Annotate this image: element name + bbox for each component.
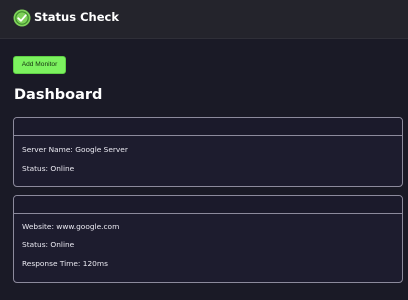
- card-header: [14, 196, 402, 214]
- status-text: Status: Online: [22, 164, 75, 173]
- website-monitor-card[interactable]: Website: www.google.com Status: Online R…: [13, 195, 403, 283]
- response-time-text: Response Time: 120ms: [22, 259, 108, 268]
- status-text: Status: Online: [22, 240, 75, 249]
- status-check-logo-icon: [13, 9, 31, 27]
- page-title: Dashboard: [14, 87, 103, 103]
- server-name-text: Server Name: Google Server: [22, 145, 128, 154]
- card-header: [14, 118, 402, 136]
- server-monitor-card[interactable]: Server Name: Google Server Status: Onlin…: [13, 117, 403, 187]
- top-bar: Status Check: [0, 0, 408, 39]
- add-monitor-button[interactable]: Add Monitor: [13, 56, 66, 74]
- website-text: Website: www.google.com: [22, 222, 120, 231]
- app-title: Status Check: [34, 10, 119, 24]
